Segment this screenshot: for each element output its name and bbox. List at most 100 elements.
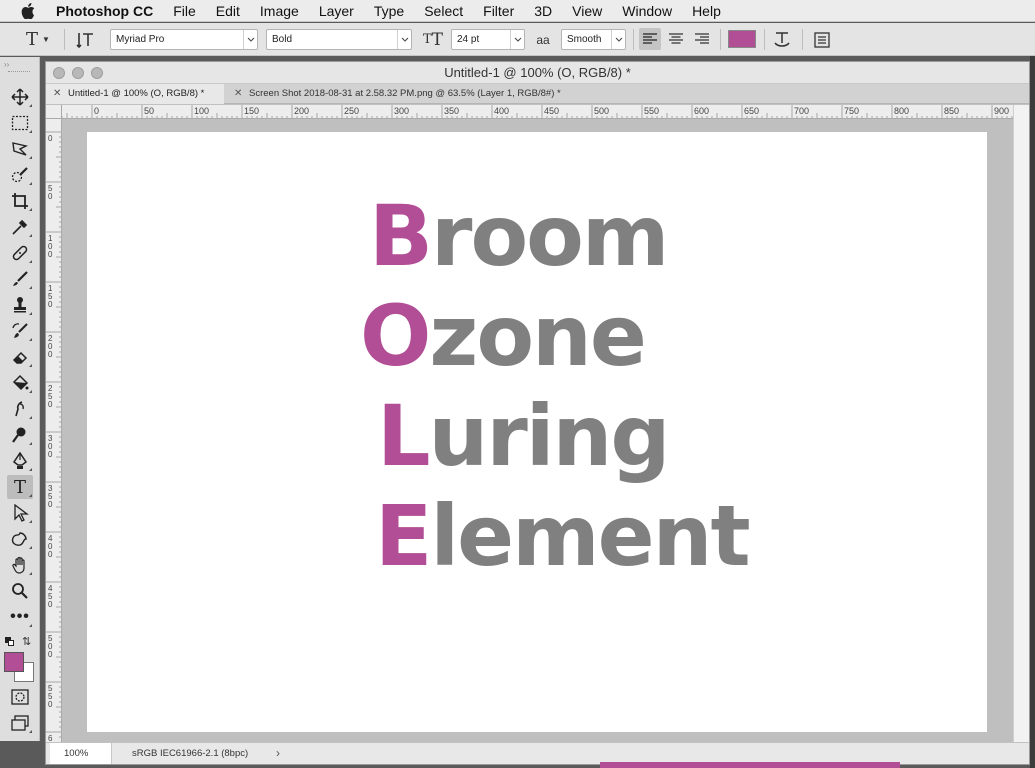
menu-image[interactable]: Image	[250, 0, 309, 22]
antialiasing-icon: aa	[536, 32, 550, 47]
ruler-origin[interactable]	[46, 105, 62, 119]
paint-bucket-tool[interactable]	[7, 371, 33, 395]
foreground-color-swatch[interactable]	[4, 652, 24, 672]
align-left-icon	[643, 33, 657, 44]
panel-grip-icon[interactable]: ››	[4, 60, 9, 69]
close-window-button[interactable]	[53, 67, 65, 79]
align-right-button[interactable]	[691, 28, 713, 50]
tab-untitled-1[interactable]: ✕ Untitled-1 @ 100% (O, RGB/8) *	[46, 84, 224, 104]
horizontal-ruler[interactable]: 0 50 100 150 200 250 300 350 400 450 500 550 600 650 7…	[62, 105, 1013, 119]
tab-screen-shot[interactable]: ✕ Screen Shot 2018-08-31 at 2.58.32 PM.p…	[227, 84, 597, 104]
ruler-label: 750	[844, 106, 859, 116]
clone-stamp-tool[interactable]	[7, 293, 33, 317]
custom-shape-icon	[11, 532, 27, 546]
screen-mode-button[interactable]	[7, 711, 33, 735]
swap-colors-icon[interactable]: ⇅	[22, 635, 31, 648]
hand-tool[interactable]	[7, 553, 33, 577]
vertical-ruler[interactable]: 0 50 100 150 200 250 300 350 400 450 500 550 6	[46, 119, 62, 742]
zoom-tool[interactable]	[7, 579, 33, 603]
close-tab-icon[interactable]: ✕	[234, 84, 242, 104]
vertical-scrollbar[interactable]	[1013, 105, 1029, 742]
document-canvas[interactable]: Broom Ozone Luring Element	[87, 132, 987, 732]
close-tab-icon[interactable]: ✕	[53, 84, 61, 104]
menu-view[interactable]: View	[562, 0, 612, 22]
text-color-swatch[interactable]	[728, 30, 756, 48]
minimize-window-button[interactable]	[72, 67, 84, 79]
canvas-area[interactable]: Broom Ozone Luring Element	[62, 119, 1013, 742]
history-brush-tool[interactable]	[7, 319, 33, 343]
pen-tool[interactable]	[7, 449, 33, 473]
marquee-tool[interactable]	[7, 111, 33, 135]
ruler-label: 0	[48, 134, 53, 143]
ruler-label: 450	[544, 106, 559, 116]
quick-mask-button[interactable]	[7, 685, 33, 709]
zoom-window-button[interactable]	[91, 67, 103, 79]
healing-brush-tool[interactable]	[7, 241, 33, 265]
font-family-select[interactable]: Myriad Pro	[110, 29, 258, 50]
menu-window[interactable]: Window	[612, 0, 682, 22]
toggle-orientation-button[interactable]	[72, 29, 98, 50]
custom-shape-tool[interactable]	[7, 527, 33, 551]
document-title-bar[interactable]: Untitled-1 @ 100% (O, RGB/8) *	[46, 62, 1029, 84]
panel-drag-handle[interactable]	[8, 71, 30, 73]
ruler-label: 650	[744, 106, 759, 116]
chevron-down-icon: ▼	[42, 35, 50, 44]
menu-type[interactable]: Type	[364, 0, 414, 22]
align-center-button[interactable]	[665, 28, 687, 50]
tool-preset-picker[interactable]: T ▼	[20, 29, 56, 50]
ruler-label: 800	[894, 106, 909, 116]
ruler-label: 0	[94, 106, 99, 116]
chevron-down-icon	[397, 30, 411, 49]
font-size-select[interactable]: 24 pt	[451, 29, 525, 50]
character-panel-button[interactable]	[810, 29, 834, 50]
menu-3d[interactable]: 3D	[524, 0, 562, 22]
zoom-level-field[interactable]: 100%	[50, 743, 112, 764]
initial-letter: B	[369, 187, 433, 285]
type-tool[interactable]: T	[7, 475, 33, 499]
menu-app-name[interactable]: Photoshop CC	[50, 0, 163, 22]
text-line-luring[interactable]: Luring	[377, 394, 670, 478]
antialiasing-select[interactable]: Smooth	[561, 29, 626, 50]
eraser-tool[interactable]	[7, 345, 33, 369]
more-tools[interactable]: •••	[7, 605, 33, 629]
ruler-label: 500	[594, 106, 609, 116]
horizontal-ruler-ticks: 0 50 100 150 200 250 300 350 400 450 500 550 600 650 7…	[62, 105, 1013, 118]
separator	[764, 29, 765, 50]
crop-tool[interactable]	[7, 189, 33, 213]
blur-tool[interactable]	[7, 397, 33, 421]
ruler-label: 50	[48, 184, 53, 201]
tools-panel: ›› T ••• ⇅	[0, 57, 40, 741]
apple-menu-icon[interactable]	[20, 2, 36, 19]
type-tool-icon: T	[26, 29, 39, 50]
dodge-tool[interactable]	[7, 423, 33, 447]
menu-file[interactable]: File	[163, 0, 206, 22]
antialiasing-value: Smooth	[567, 34, 602, 45]
smudge-icon	[15, 401, 24, 417]
word-rest: uring	[428, 387, 671, 485]
brush-tool[interactable]	[7, 267, 33, 291]
move-tool[interactable]	[7, 85, 33, 109]
ruler-label: 250	[48, 384, 53, 409]
default-colors-icon[interactable]	[5, 637, 15, 647]
chevron-right-icon[interactable]: ›	[276, 743, 280, 764]
quick-selection-tool[interactable]	[7, 163, 33, 187]
align-left-button[interactable]	[639, 28, 661, 50]
menu-help[interactable]: Help	[682, 0, 731, 22]
menu-select[interactable]: Select	[414, 0, 473, 22]
text-line-ozone[interactable]: Ozone	[360, 294, 647, 378]
gradient-bucket-icon	[12, 374, 29, 391]
font-style-select[interactable]: Bold	[266, 29, 412, 50]
submenu-corner	[29, 104, 32, 107]
text-line-broom[interactable]: Broom	[369, 194, 669, 278]
lasso-tool[interactable]	[7, 137, 33, 161]
menu-filter[interactable]: Filter	[473, 0, 524, 22]
pen-icon	[12, 452, 28, 469]
warp-text-button[interactable]	[770, 29, 794, 50]
menu-layer[interactable]: Layer	[309, 0, 364, 22]
menu-edit[interactable]: Edit	[206, 0, 250, 22]
stamp-icon	[14, 297, 26, 313]
path-selection-tool[interactable]	[7, 501, 33, 525]
eyedropper-tool[interactable]	[7, 215, 33, 239]
text-line-element[interactable]: Element	[375, 494, 751, 578]
chevron-down-icon	[611, 30, 625, 49]
